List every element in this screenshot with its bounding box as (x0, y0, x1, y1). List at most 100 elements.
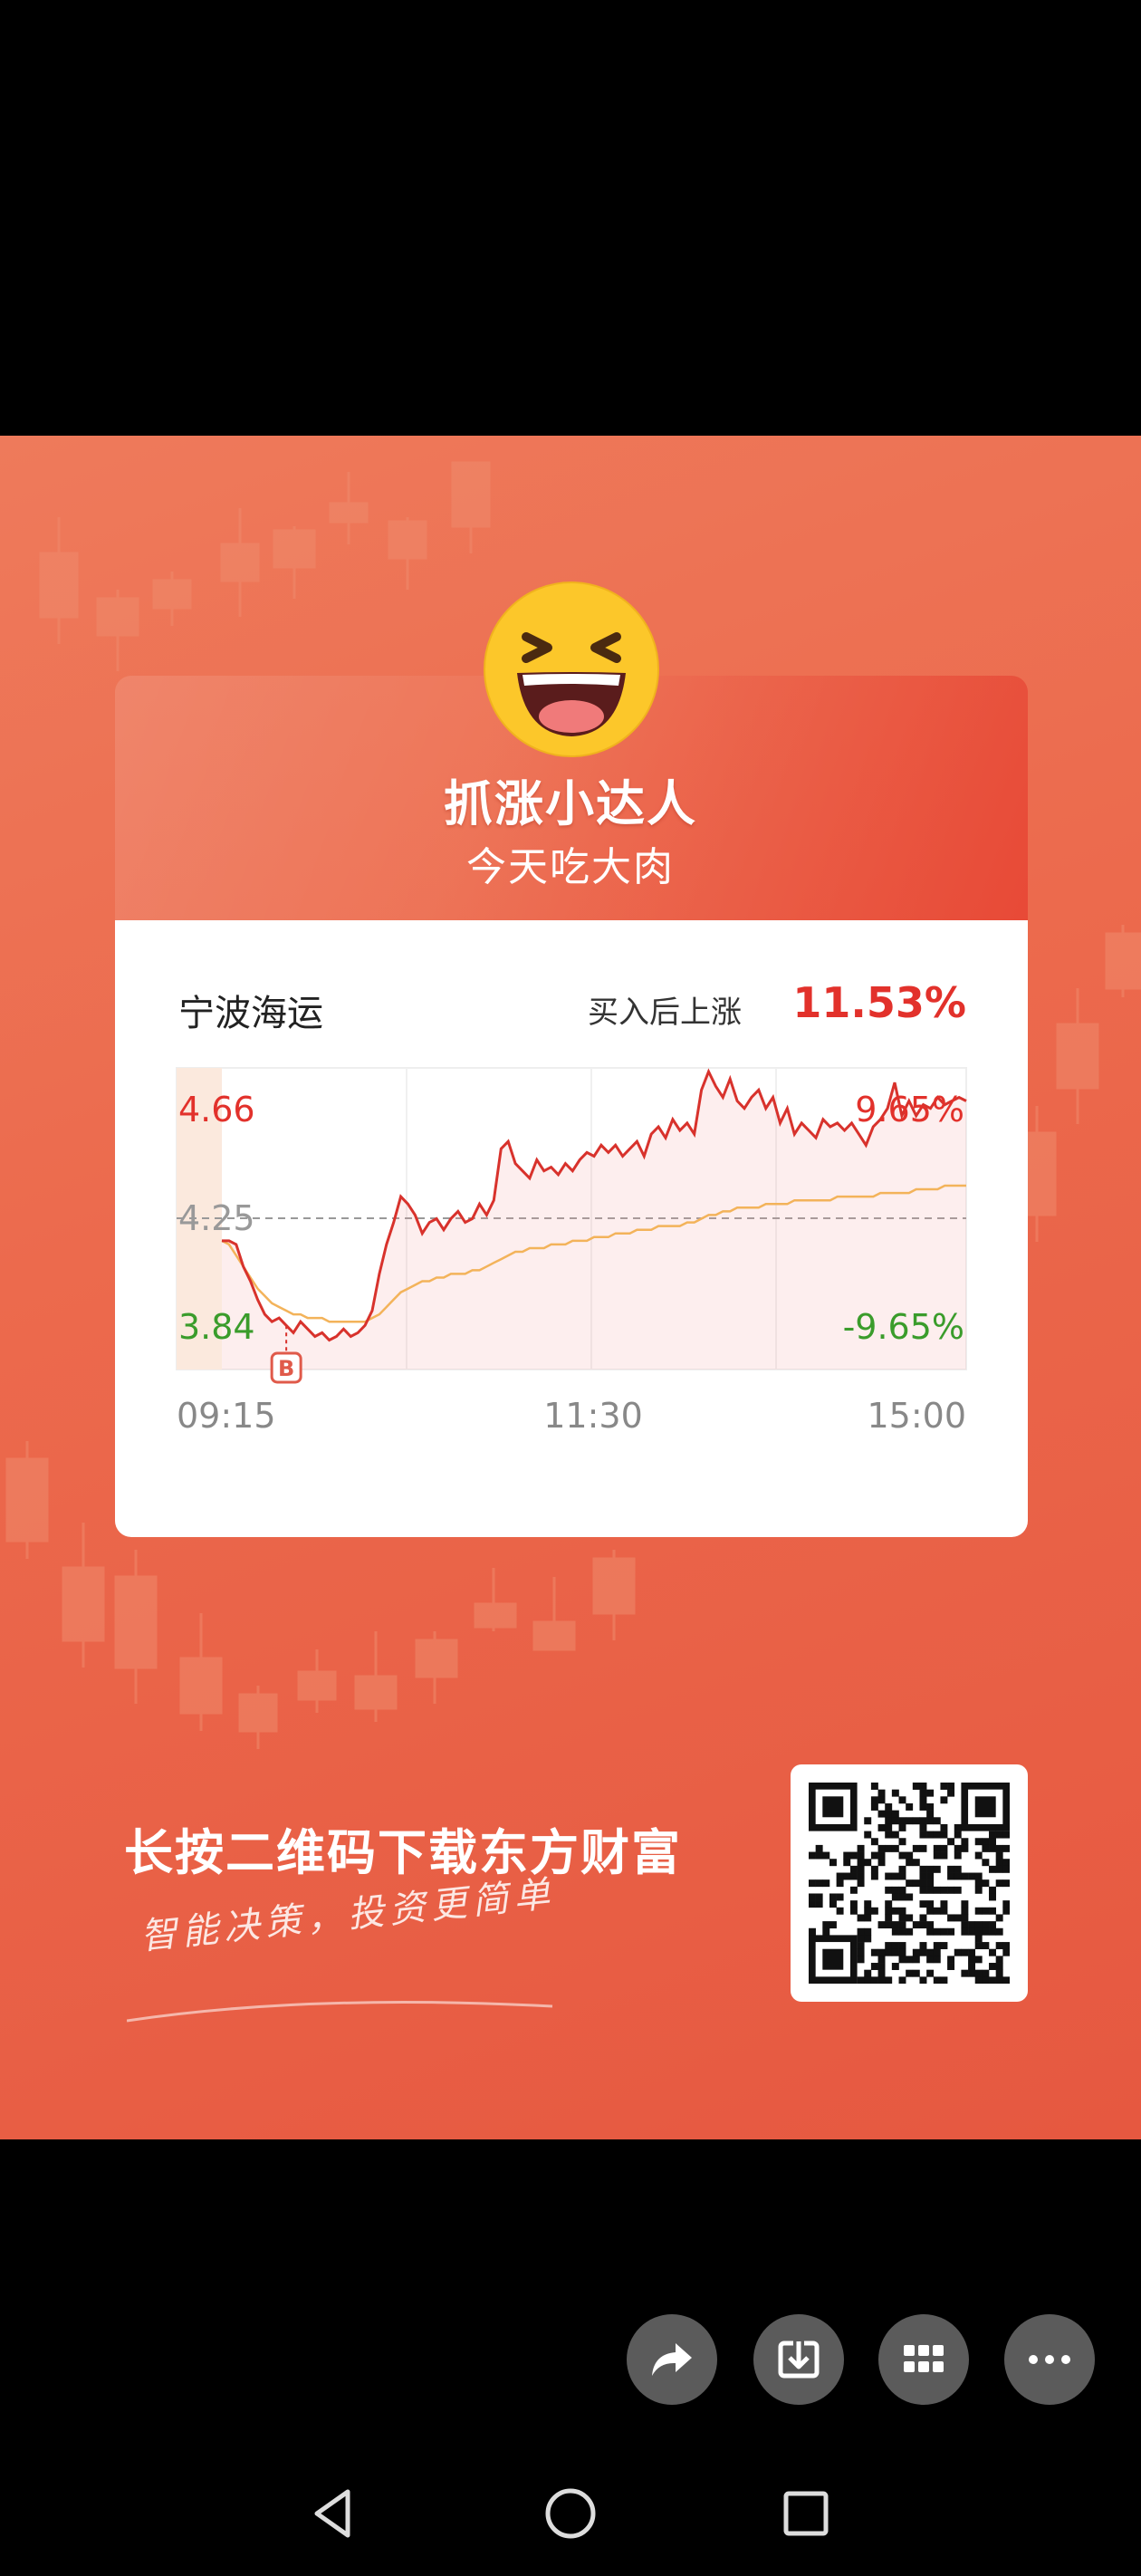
qr-module (877, 1963, 886, 1970)
qr-module (954, 1948, 962, 1956)
qr-module (877, 1859, 886, 1867)
qr-module (926, 1948, 935, 1956)
apps-button[interactable] (878, 2314, 969, 2405)
qr-module (1002, 1907, 1010, 1915)
x-label-midday: 11:30 (543, 1396, 643, 1436)
qr-module (877, 1823, 886, 1831)
qr-module (815, 1900, 823, 1908)
qr-module (974, 1907, 983, 1915)
qr-module (982, 1879, 990, 1888)
qr-module (926, 1969, 935, 1977)
qr-module (954, 1865, 962, 1873)
qr-module (849, 1907, 858, 1915)
qr-module (1002, 1859, 1010, 1867)
qr-module (864, 1831, 872, 1839)
qr-module (906, 1914, 914, 1922)
qr-module (912, 1956, 920, 1964)
qr-module (933, 1948, 941, 1956)
qr-code[interactable] (791, 1764, 1028, 2002)
qr-module (1002, 1831, 1010, 1839)
laughing-emoji-icon (484, 582, 659, 757)
qr-module (919, 1831, 927, 1839)
qr-module (919, 1796, 927, 1804)
qr-module (870, 1838, 878, 1846)
qr-module (891, 1927, 899, 1936)
qr-module (836, 1872, 844, 1880)
more-button[interactable] (1004, 2314, 1095, 2405)
qr-module (933, 1956, 941, 1964)
qr-module (809, 1879, 816, 1888)
qr-module (885, 1907, 893, 1915)
qr-module (912, 1783, 920, 1790)
qr-module (870, 1802, 878, 1811)
qr-module (836, 1879, 844, 1888)
qr-module (849, 1886, 858, 1894)
qr-module (891, 1886, 899, 1894)
nav-home-button[interactable] (539, 2482, 602, 2545)
qr-module (857, 1976, 865, 1984)
x-label-open: 09:15 (177, 1396, 276, 1436)
qr-module (995, 1879, 1003, 1888)
qr-module (809, 1893, 816, 1901)
qr-module (974, 1838, 983, 1846)
qr-module (961, 1914, 969, 1922)
subheadline: 今天吃大肉 (466, 844, 675, 890)
qr-module (940, 1796, 948, 1804)
buy-marker-label: B (278, 1356, 294, 1381)
qr-module (995, 1963, 1003, 1970)
save-button[interactable] (753, 2314, 844, 2405)
qr-module (995, 1956, 1003, 1964)
qr-module (995, 1914, 1003, 1922)
share-button[interactable] (627, 2314, 717, 2405)
qr-module (877, 1796, 886, 1804)
qr-module (843, 1851, 851, 1860)
qr-module (870, 1963, 878, 1970)
qr-module (933, 1865, 941, 1873)
qr-module (982, 1921, 990, 1929)
qr-module (995, 1927, 1003, 1936)
qr-module (906, 1956, 914, 1964)
qr-module (919, 1886, 927, 1894)
qr-module (933, 1886, 941, 1894)
qr-module (961, 1907, 969, 1915)
qr-module (891, 1872, 899, 1880)
qr-module (926, 1802, 935, 1811)
qr-module (870, 1783, 878, 1790)
qr-module (891, 1844, 899, 1852)
qr-module (809, 1851, 816, 1860)
nav-back-button[interactable] (301, 2482, 364, 2545)
qr-finder-pattern (822, 1948, 844, 1970)
qr-module (898, 1886, 906, 1894)
qr-module (974, 1935, 983, 1943)
qr-module (974, 1927, 983, 1936)
qr-module (926, 1817, 935, 1825)
qr-module (906, 1817, 914, 1825)
qr-module (885, 1810, 893, 1818)
qr-module (919, 1802, 927, 1811)
nav-recents-button[interactable] (774, 2482, 838, 2545)
qr-module (933, 1851, 941, 1860)
qr-module (926, 1927, 935, 1936)
qr-module (864, 1907, 872, 1915)
qr-module (898, 1927, 906, 1936)
qr-module (926, 1831, 935, 1839)
qr-module (1002, 1900, 1010, 1908)
qr-module (809, 1900, 816, 1908)
qr-module (974, 1969, 983, 1977)
qr-module (989, 1921, 996, 1929)
qr-module (898, 1817, 906, 1825)
qr-module (870, 1796, 878, 1804)
qr-module (870, 1976, 878, 1984)
qr-module (995, 1976, 1003, 1984)
qr-module (989, 1907, 996, 1915)
qr-module (1002, 1976, 1010, 1984)
qr-module (926, 1921, 935, 1929)
qr-module (857, 1956, 865, 1964)
qr-module (829, 1859, 837, 1867)
qr-module (982, 1844, 990, 1852)
qr-module (885, 1942, 893, 1950)
qr-module (885, 1948, 893, 1956)
qr-module (870, 1948, 878, 1956)
qr-module (864, 1927, 872, 1936)
qr-module (857, 1865, 865, 1873)
